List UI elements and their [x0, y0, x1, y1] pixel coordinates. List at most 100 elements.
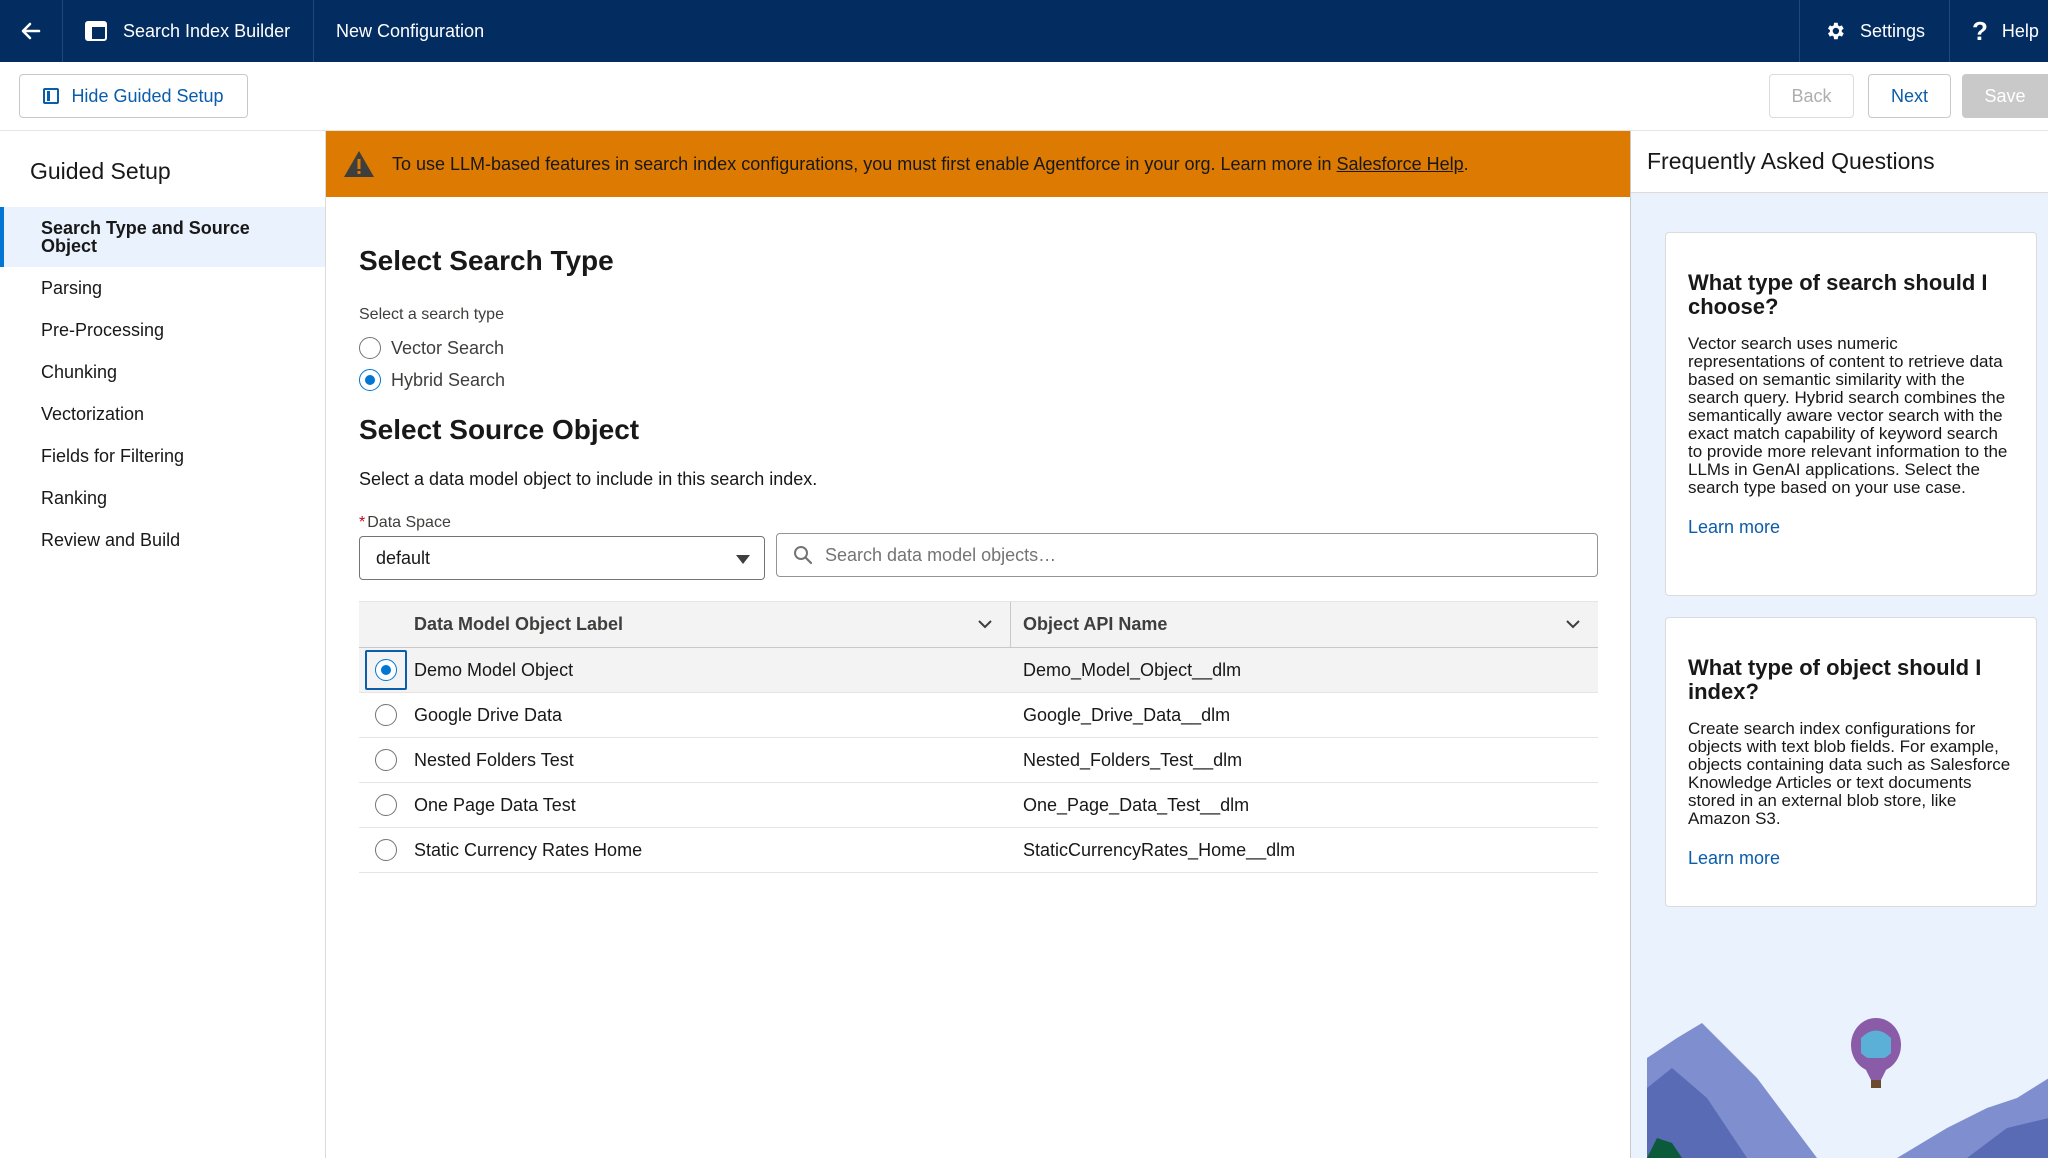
learn-more-link[interactable]: Learn more: [1688, 517, 2014, 538]
vector-search-radio[interactable]: [359, 337, 381, 359]
next-button[interactable]: Next: [1868, 74, 1951, 118]
row-label: Static Currency Rates Home: [414, 839, 643, 860]
object-search-input[interactable]: Search data model objects…: [776, 533, 1598, 577]
step-label: Vectorization: [41, 403, 145, 424]
table-row[interactable]: One Page Data Test One_Page_Data_Test__d…: [359, 783, 1598, 828]
question-icon: ?: [1972, 15, 1988, 46]
row-select-cell: [359, 738, 413, 782]
data-space-label: * Data Space: [359, 514, 451, 532]
source-object-title: Select Source Object: [359, 414, 640, 445]
config-title: New Configuration: [314, 0, 1799, 62]
settings-button[interactable]: Settings: [1799, 0, 1949, 62]
row-radio[interactable]: [375, 794, 397, 816]
back-arrow-button[interactable]: [0, 0, 63, 62]
row-select-cell: [359, 783, 413, 827]
row-api-name: StaticCurrencyRates_Home__dlm: [1023, 839, 1296, 860]
row-label: Demo Model Object: [414, 659, 574, 680]
step-vectorization[interactable]: Vectorization: [0, 393, 325, 435]
step-label: Search Type and Source Object: [41, 218, 250, 256]
hybrid-search-option[interactable]: Hybrid Search: [359, 369, 505, 391]
back-button[interactable]: Back: [1769, 74, 1854, 118]
search-type-label: Select a search type: [359, 306, 504, 323]
table-row[interactable]: Demo Model Object Demo_Model_Object__dlm: [359, 648, 1598, 693]
data-space-select[interactable]: default: [359, 536, 765, 580]
row-radio[interactable]: [375, 749, 397, 771]
row-radio-focus: [365, 650, 407, 690]
faq-question: What type of object should I index?: [1688, 655, 1982, 704]
step-label: Chunking: [41, 361, 118, 382]
step-fields-for-filtering[interactable]: Fields for Filtering: [0, 435, 325, 477]
help-button[interactable]: ? Help: [1949, 0, 2048, 62]
faq-answer: Vector search uses numeric representatio…: [1688, 334, 2008, 497]
faq-panel: Frequently Asked Questions What type of …: [1630, 131, 2048, 1158]
row-api-name: Nested_Folders_Test__dlm: [1023, 749, 1243, 770]
chevron-down-icon[interactable]: [1566, 617, 1580, 631]
row-api-name: Demo_Model_Object__dlm: [1023, 659, 1242, 680]
row-radio[interactable]: [375, 839, 397, 861]
panel-icon: [43, 88, 60, 104]
toolbar: Hide Guided Setup Back Next Save: [0, 62, 2048, 131]
search-placeholder: Search data model objects…: [825, 544, 1057, 565]
vector-search-label: Vector Search: [391, 337, 505, 358]
config-name: New Configuration: [336, 20, 485, 41]
chevron-down-icon: [736, 555, 750, 564]
table-row[interactable]: Nested Folders Test Nested_Folders_Test_…: [359, 738, 1598, 783]
gear-icon: [1828, 22, 1844, 40]
settings-label: Settings: [1859, 20, 1925, 41]
faq-card: What type of search should I choose? Vec…: [1665, 232, 2037, 596]
chevron-down-icon[interactable]: [978, 617, 992, 631]
data-model-object-table: Data Model Object Label Object API Name …: [359, 601, 1598, 873]
step-label: Ranking: [41, 487, 108, 508]
table-header: Data Model Object Label Object API Name: [359, 601, 1598, 648]
search-icon: [794, 546, 813, 565]
row-select-cell: [359, 828, 413, 872]
required-marker: *: [359, 514, 366, 531]
step-list: Search Type and Source Object Parsing Pr…: [0, 207, 325, 561]
row-label: Google Drive Data: [414, 704, 563, 725]
salesforce-help-link[interactable]: Salesforce Help: [1337, 154, 1464, 174]
step-review-and-build[interactable]: Review and Build: [0, 519, 325, 561]
step-label: Fields for Filtering: [41, 445, 185, 466]
step-label: Parsing: [41, 277, 103, 298]
row-api-name: One_Page_Data_Test__dlm: [1023, 794, 1250, 815]
hide-guided-setup-label: Hide Guided Setup: [71, 85, 224, 106]
row-select-cell: [359, 648, 413, 692]
banner-message: To use LLM-based features in search inde…: [392, 153, 1337, 174]
mountain-scenery-illustration: [1647, 1018, 2048, 1158]
hide-guided-setup-button[interactable]: Hide Guided Setup: [19, 74, 248, 118]
source-object-description: Select a data model object to include in…: [359, 469, 818, 489]
select-column-header: [359, 602, 413, 647]
table-row[interactable]: Google Drive Data Google_Drive_Data__dlm: [359, 693, 1598, 738]
faq-title: Frequently Asked Questions: [1631, 131, 2048, 193]
hybrid-search-radio[interactable]: [359, 369, 381, 391]
row-radio[interactable]: [375, 704, 397, 726]
table-row[interactable]: Static Currency Rates Home StaticCurrenc…: [359, 828, 1598, 873]
app-name: Search Index Builder: [123, 20, 291, 41]
step-search-type[interactable]: Search Type and Source Object: [0, 207, 325, 267]
faq-card: What type of object should I index? Crea…: [1665, 617, 2037, 907]
row-label: Nested Folders Test: [414, 749, 574, 770]
help-label: Help: [2001, 20, 2039, 41]
label-column-title: Data Model Object Label: [414, 614, 624, 634]
main-content: To use LLM-based features in search inde…: [326, 131, 1630, 1158]
label-column-header[interactable]: Data Model Object Label: [413, 602, 1011, 647]
step-pre-processing[interactable]: Pre-Processing: [0, 309, 325, 351]
step-ranking[interactable]: Ranking: [0, 477, 325, 519]
row-radio[interactable]: [375, 659, 397, 681]
learn-more-link[interactable]: Learn more: [1688, 848, 2014, 869]
api-column-header[interactable]: Object API Name: [1011, 602, 1598, 647]
api-column-title: Object API Name: [1023, 614, 1168, 634]
sidebar-title: Guided Setup: [30, 158, 171, 184]
row-api-name: Google_Drive_Data__dlm: [1023, 704, 1231, 725]
save-button[interactable]: Save: [1962, 74, 2048, 118]
data-space-label-text: Data Space: [367, 514, 451, 531]
step-parsing[interactable]: Parsing: [0, 267, 325, 309]
step-chunking[interactable]: Chunking: [0, 351, 325, 393]
row-select-cell: [359, 693, 413, 737]
balloon-icon: [1851, 1018, 1901, 1088]
vector-search-option[interactable]: Vector Search: [359, 337, 504, 359]
banner-suffix: .: [1463, 153, 1469, 174]
hybrid-search-label: Hybrid Search: [391, 369, 506, 390]
app-title: Search Index Builder: [63, 0, 314, 62]
guided-setup-sidebar: Guided Setup Search Type and Source Obje…: [0, 131, 326, 1158]
